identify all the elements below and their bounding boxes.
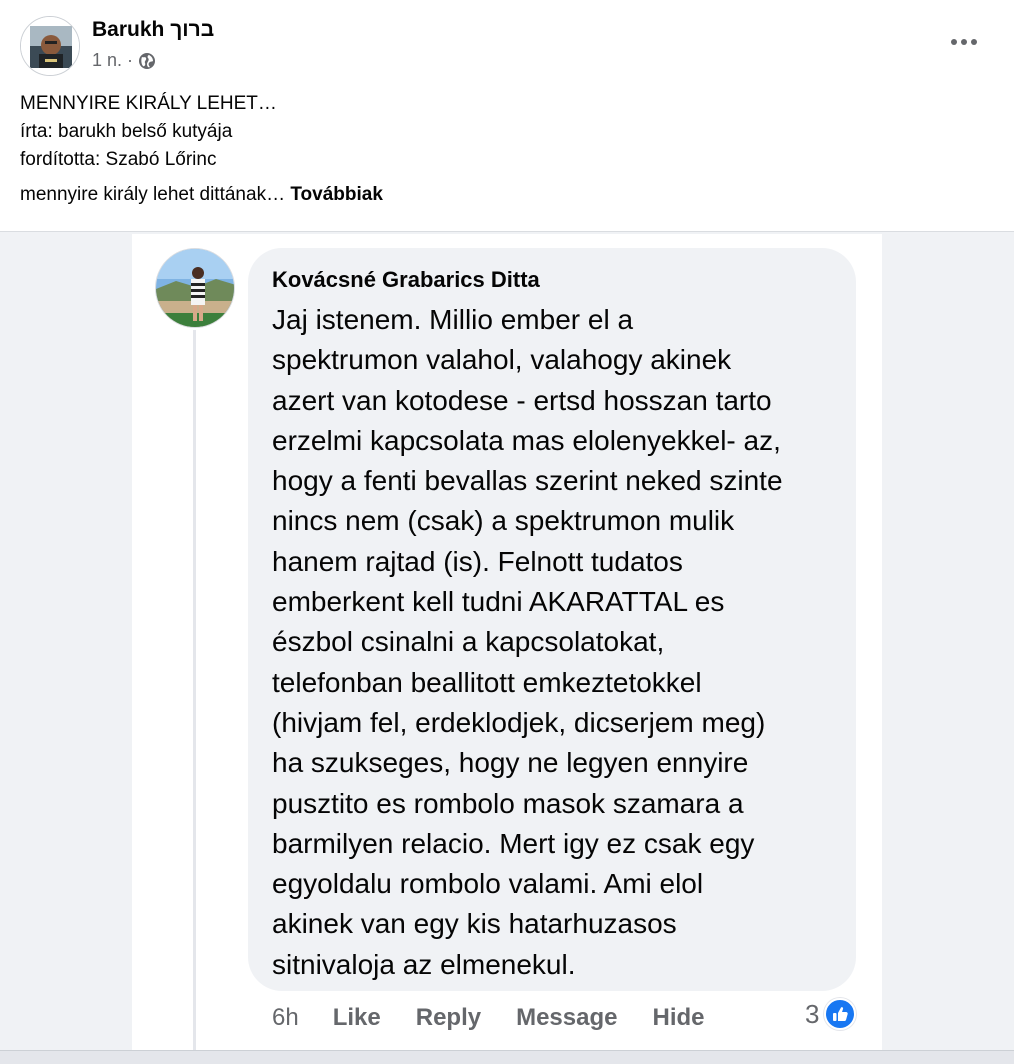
reply-button[interactable]: Reply	[416, 1004, 481, 1032]
comment-line: erzelmi kapcsolata mas elolenyekkel- az,	[272, 424, 781, 456]
author-avatar[interactable]	[20, 16, 80, 76]
post-time[interactable]: 1 n.	[92, 50, 122, 71]
commenter-name[interactable]: Kovácsné Grabarics Ditta	[272, 267, 540, 293]
thread-line	[193, 330, 196, 1052]
post-text-line: MENNYIRE KIRÁLY LEHET…	[20, 93, 277, 114]
message-button[interactable]: Message	[516, 1004, 617, 1032]
comment-line: (hivjam fel, erdeklodjek, dicserjem meg)	[272, 706, 766, 738]
comment-line: nincs nem (csak) a spektrumon mulik	[272, 505, 735, 537]
comment-line: barmilyen relacio. Mert igy ez csak egy	[272, 827, 755, 859]
comment-line: egyoldalu rombolo valami. Ami elol	[272, 868, 704, 900]
more-options-button[interactable]	[944, 28, 984, 56]
meta-separator: ·	[127, 50, 134, 70]
comment-bubble: Kovácsné Grabarics Ditta Jaj istenem. Mi…	[248, 248, 856, 991]
hide-button[interactable]: Hide	[652, 1004, 704, 1032]
like-thumb-icon	[824, 998, 857, 1030]
post-text: MENNYIRE KIRÁLY LEHET… írta: barukh bels…	[20, 90, 277, 174]
comment-line: észbol csinalni a kapcsolatokat,	[272, 626, 665, 658]
comment-text: Jaj istenem. Millio ember el a spektrumo…	[272, 300, 842, 985]
commenter-avatar[interactable]	[155, 248, 235, 328]
comment-line: hogy a fenti bevallas szerint neked szin…	[272, 465, 783, 497]
preview-text: mennyire király lehet dittának…	[20, 184, 291, 205]
comment-line: pusztito es rombolo masok szamara a	[272, 787, 744, 819]
more-options-dot	[961, 39, 967, 45]
author-name[interactable]: Barukh ברוך	[92, 18, 214, 42]
comment-line: akinek van egy kis hatarhuzasos	[272, 908, 677, 940]
post-preview: mennyire király lehet dittának… Továbbia…	[20, 184, 383, 206]
comment-actions: 6h Like Reply Message Hide	[272, 1000, 740, 1036]
post-text-line: fordította: Szabó Lőrinc	[20, 149, 217, 170]
comment-line: sitnivaloja az elmenekul.	[272, 948, 576, 980]
see-more-link[interactable]: Továbbiak	[290, 184, 383, 205]
comment-line: azert van kotodese - ertsd hosszan tarto	[272, 384, 772, 416]
comment-time[interactable]: 6h	[272, 1004, 299, 1032]
comment-line: emberkent kell tudni AKARATTAL es	[272, 586, 725, 618]
like-button[interactable]: Like	[333, 1004, 381, 1032]
comment-line: hanem rajtad (is). Felnott tudatos	[272, 545, 683, 577]
comment-line: spektrumon valahol, valahogy akinek	[272, 344, 732, 376]
post-text-line: írta: barukh belső kutyája	[20, 121, 233, 142]
post-card: Barukh ברוך 1 n. · MENNYIRE KIRÁLY LEHET…	[0, 0, 1014, 232]
reaction-summary[interactable]: 3	[805, 998, 857, 1030]
more-options-icon	[951, 39, 957, 45]
comment-line: Jaj istenem. Millio ember el a	[272, 304, 634, 335]
bottom-divider	[0, 1050, 1014, 1064]
comment-line: telefonban beallitott emkeztetokkel	[272, 666, 702, 698]
more-options-dot	[971, 39, 977, 45]
comment-line: ha szukseges, hogy ne legyen ennyire	[272, 747, 749, 779]
post-meta: 1 n. ·	[92, 50, 156, 71]
reaction-count: 3	[805, 998, 820, 1029]
globe-icon[interactable]	[138, 52, 156, 70]
